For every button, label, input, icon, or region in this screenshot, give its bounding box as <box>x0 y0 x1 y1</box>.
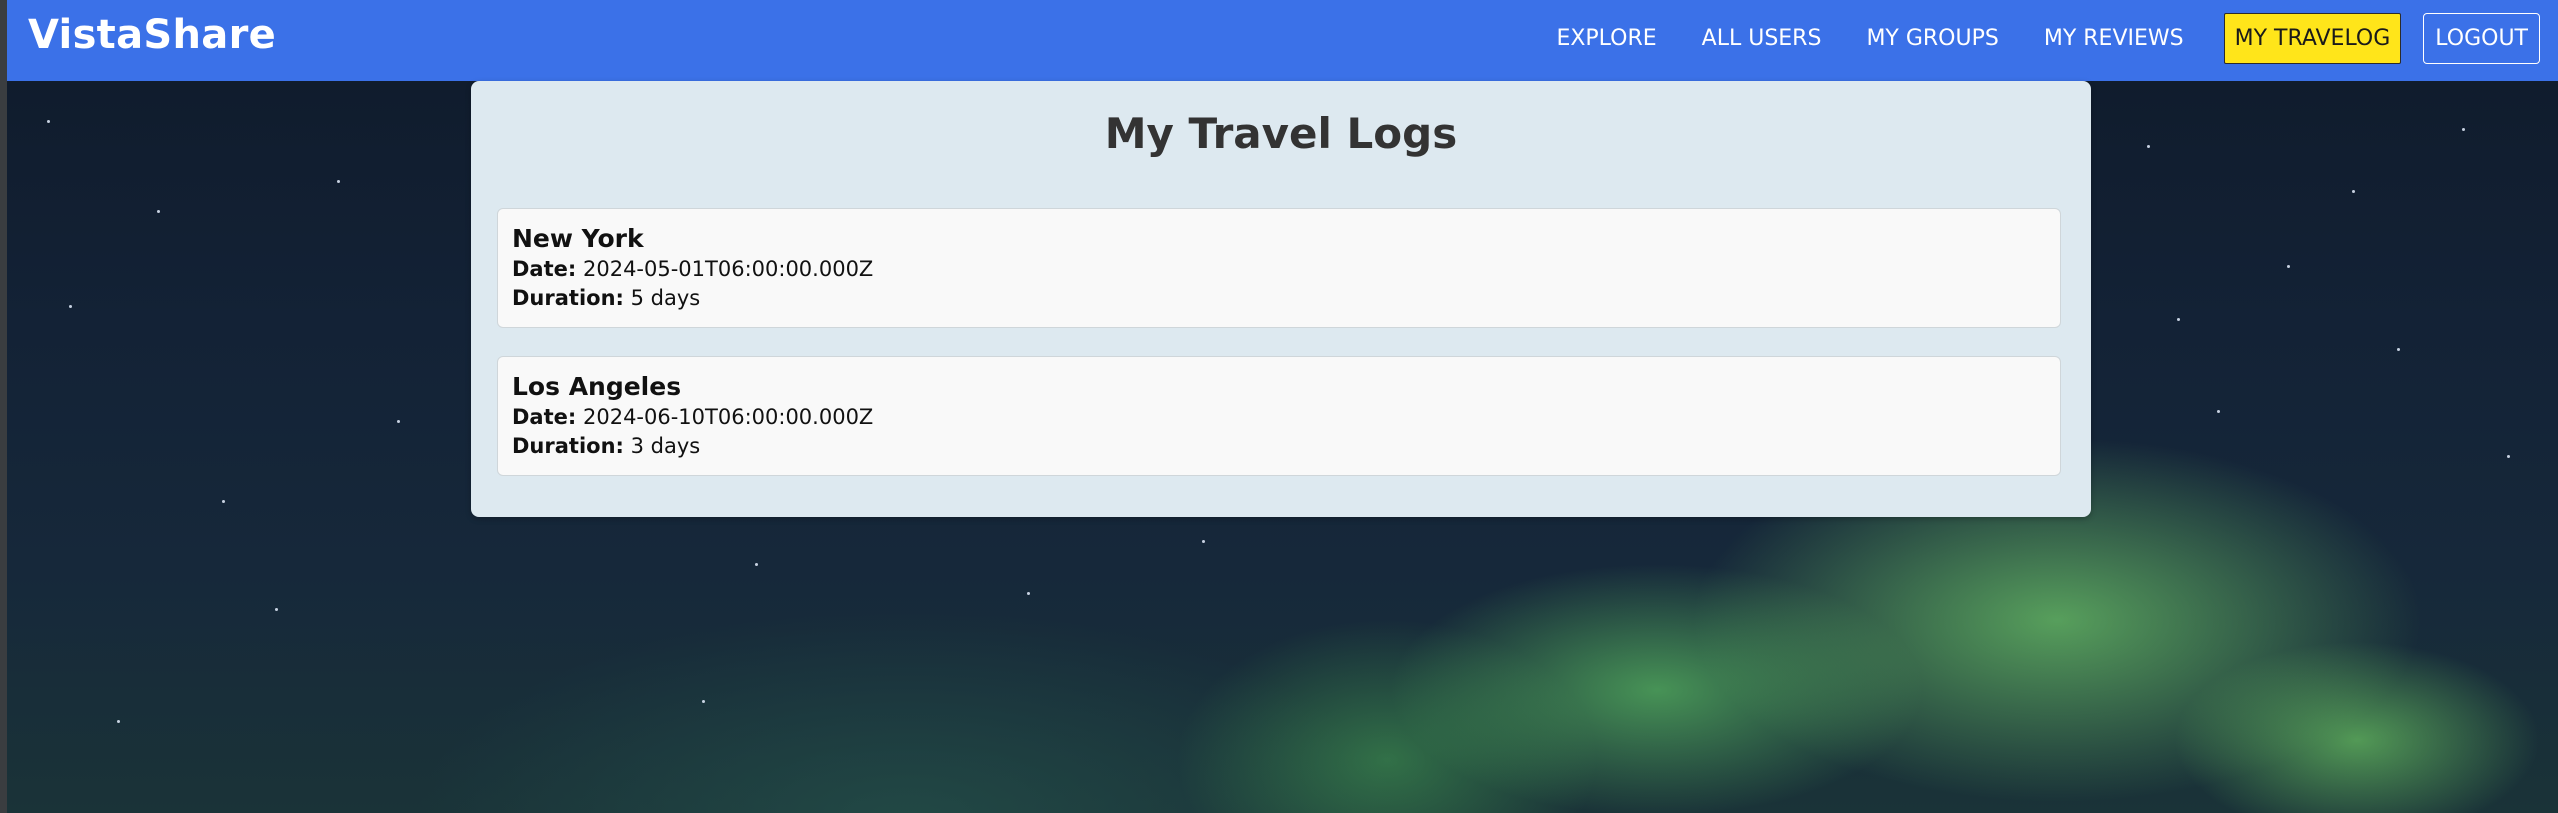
log-date: 2024-06-10T06:00:00.000Z <box>582 405 874 429</box>
star <box>157 210 160 213</box>
log-city: Los Angeles <box>512 372 682 401</box>
star <box>1027 592 1030 595</box>
page-title: My Travel Logs <box>1104 109 1458 158</box>
star <box>2177 318 2180 321</box>
date-label: Date: <box>512 405 577 429</box>
star <box>2147 145 2150 148</box>
log-date-line: Date: 2024-06-10T06:00:00.000Z <box>512 403 2046 432</box>
log-duration: 3 days <box>630 434 701 458</box>
star <box>337 180 340 183</box>
travel-log-card: New York Date: 2024-05-01T06:00:00.000Z … <box>497 208 2061 328</box>
nav-my-travelog[interactable]: MY TRAVELOG <box>2223 13 2402 64</box>
star <box>117 720 120 723</box>
duration-label: Duration: <box>512 434 624 458</box>
star <box>2507 455 2510 458</box>
star <box>397 420 400 423</box>
nav-explore[interactable]: EXPLORE <box>1534 14 1678 63</box>
log-duration: 5 days <box>630 286 701 310</box>
star <box>2217 410 2220 413</box>
nav-my-groups[interactable]: MY GROUPS <box>1844 14 2020 63</box>
brand-logo[interactable]: VistaShare <box>28 12 276 58</box>
log-duration-line: Duration: 5 days <box>512 284 2046 313</box>
nav-all-users[interactable]: ALL USERS <box>1680 14 1844 63</box>
star <box>1202 540 1205 543</box>
app-window: VistaShare EXPLORE ALL USERS MY GROUPS M… <box>7 0 2558 813</box>
star <box>2397 348 2400 351</box>
date-label: Date: <box>512 257 577 281</box>
log-date: 2024-05-01T06:00:00.000Z <box>582 257 874 281</box>
log-city: New York <box>512 224 644 253</box>
nav-links: EXPLORE ALL USERS MY GROUPS MY REVIEWS M… <box>1533 13 2540 64</box>
star <box>2462 128 2465 131</box>
travel-logs-panel: My Travel Logs New York Date: 2024-05-01… <box>471 81 2091 517</box>
log-date-line: Date: 2024-05-01T06:00:00.000Z <box>512 255 2046 284</box>
logout-button[interactable]: LOGOUT <box>2423 13 2540 64</box>
star <box>702 700 705 703</box>
star <box>755 563 758 566</box>
star <box>69 305 72 308</box>
star <box>275 608 278 611</box>
log-duration-line: Duration: 3 days <box>512 432 2046 461</box>
star <box>222 500 225 503</box>
travel-log-card: Los Angeles Date: 2024-06-10T06:00:00.00… <box>497 356 2061 476</box>
top-navbar: VistaShare EXPLORE ALL USERS MY GROUPS M… <box>7 0 2558 81</box>
star <box>47 120 50 123</box>
star <box>2352 190 2355 193</box>
star <box>2287 265 2290 268</box>
nav-my-reviews[interactable]: MY REVIEWS <box>2022 14 2206 63</box>
duration-label: Duration: <box>512 286 624 310</box>
